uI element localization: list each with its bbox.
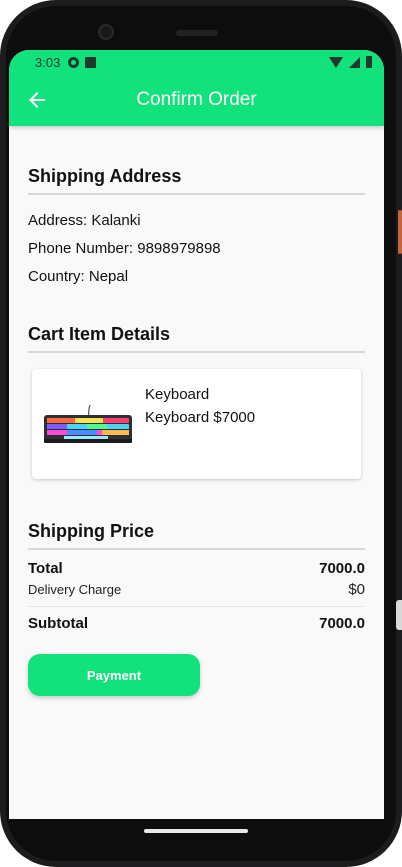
status-icons: [329, 56, 372, 68]
total-label: Total: [28, 560, 63, 577]
product-price: Keyboard $7000: [145, 409, 256, 426]
battery-icon: [366, 56, 372, 68]
total-value: 7000.0: [319, 560, 365, 577]
payment-button[interactable]: Payment: [28, 654, 200, 696]
signal-icon: [349, 56, 360, 68]
shipping-price-heading: Shipping Price: [28, 521, 365, 550]
app-bar: Confirm Order: [9, 74, 384, 126]
settings-icon: [68, 56, 80, 68]
earpiece-speaker: [176, 30, 218, 36]
status-time: 3:03: [35, 54, 61, 70]
cart-item-card[interactable]: Keyboard Keyboard $7000: [32, 369, 361, 479]
back-arrow-icon[interactable]: [25, 88, 49, 112]
cart-item-details-heading: Cart Item Details: [28, 324, 365, 353]
edge-tab: [396, 600, 402, 630]
delivery-charge-value: $0: [348, 581, 365, 598]
page-title: Confirm Order: [136, 89, 257, 110]
phone-number-text: Phone Number: 9898979898: [28, 240, 221, 257]
product-name: Keyboard: [145, 386, 210, 403]
wifi-icon: [329, 56, 343, 68]
notification-icon: [85, 56, 97, 68]
front-camera: [98, 24, 114, 40]
app-screen: 3:03 Confirm Order Shipping Address Addr…: [9, 50, 384, 819]
subtotal-label: Subtotal: [28, 615, 88, 632]
total-row: Total 7000.0: [28, 560, 365, 577]
delivery-charge-row: Delivery Charge $0: [28, 581, 365, 607]
delivery-charge-label: Delivery Charge: [28, 582, 122, 597]
side-button: [398, 210, 402, 254]
keyboard-image: [44, 404, 132, 443]
subtotal-value: 7000.0: [319, 615, 365, 632]
status-bar: 3:03: [9, 50, 384, 74]
shipping-address-heading: Shipping Address: [28, 166, 365, 195]
subtotal-row: Subtotal 7000.0: [28, 615, 365, 632]
address-text: Address: Kalanki: [28, 212, 141, 229]
country-text: Country: Nepal: [28, 268, 129, 285]
phone-frame: 3:03 Confirm Order Shipping Address Addr…: [0, 0, 402, 867]
home-indicator[interactable]: [144, 829, 248, 833]
main-content: Shipping Address Address: Kalanki Phone …: [9, 166, 384, 696]
